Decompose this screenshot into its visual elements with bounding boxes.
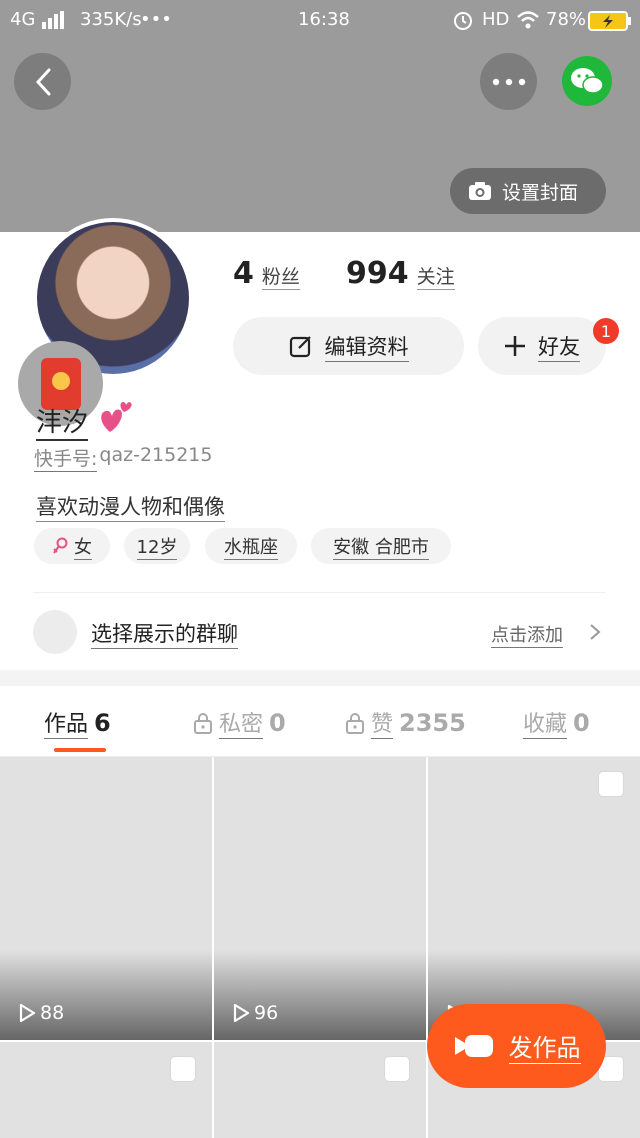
- tab-likes[interactable]: 赞 2355: [345, 706, 466, 739]
- age-tag-label: 12岁: [136, 533, 178, 560]
- select-checkbox[interactable]: [170, 1056, 196, 1082]
- edit-icon: [289, 336, 311, 358]
- nickname: 沣汐: [36, 402, 89, 441]
- following-count: 994: [346, 256, 409, 291]
- user-id-value: qaz-215215: [99, 444, 213, 466]
- play-count: 88: [18, 1002, 64, 1024]
- wechat-share-button[interactable]: [562, 56, 612, 106]
- video-thumbnail[interactable]: 96: [214, 757, 426, 1040]
- section-separator: [0, 670, 640, 686]
- play-count: 96: [232, 1002, 278, 1024]
- active-tab-indicator: [54, 748, 106, 752]
- lock-icon: [194, 712, 212, 734]
- network-speed: 335K/s: [80, 9, 142, 30]
- tab-works[interactable]: 作品 6: [44, 706, 111, 739]
- user-id-row[interactable]: 快手号: qaz-215215: [34, 444, 212, 472]
- female-icon: [53, 537, 68, 554]
- battery-percent: 78%: [546, 9, 587, 30]
- tab-likes-count: 2355: [399, 708, 466, 737]
- signal-icon: [42, 11, 64, 34]
- thumbnail-shade: [214, 950, 426, 1040]
- zodiac-tag-label: 水瓶座: [224, 533, 278, 560]
- friend-request-badge: 1: [593, 318, 619, 344]
- tab-favorites[interactable]: 收藏 0: [523, 706, 590, 739]
- network-indicator: 4G: [10, 9, 36, 30]
- plus-icon: [505, 336, 525, 356]
- tab-private[interactable]: 私密 0: [193, 706, 286, 739]
- location-tag[interactable]: 安徽 合肥市: [311, 528, 451, 564]
- play-icon: [19, 1003, 36, 1023]
- play-icon: [233, 1003, 250, 1023]
- publish-label: 发作品: [508, 1028, 581, 1064]
- gender-tag-label: 女: [74, 533, 92, 560]
- more-options-button[interactable]: [480, 53, 537, 110]
- tab-works-count: 6: [94, 708, 111, 737]
- publish-button[interactable]: 发作品: [427, 1004, 606, 1088]
- group-chat-row[interactable]: 选择展示的群聊 点击添加: [33, 610, 606, 654]
- content-tabs: 作品 6 私密 0 赞 2355 收藏 0: [0, 686, 640, 757]
- age-tag[interactable]: 12岁: [124, 528, 190, 564]
- video-thumbnail[interactable]: [0, 1042, 212, 1138]
- group-chat-label: 选择展示的群聊: [91, 618, 238, 649]
- following-label: 关注: [416, 262, 455, 290]
- play-count-value: 96: [254, 1002, 279, 1024]
- battery-icon: [588, 11, 632, 36]
- video-thumbnail[interactable]: 88: [0, 757, 212, 1040]
- heart-sticker-icon: [98, 396, 138, 440]
- more-icon: [492, 78, 525, 85]
- tab-likes-label: 赞: [371, 706, 394, 739]
- set-cover-button[interactable]: 设置封面: [450, 168, 606, 214]
- play-count-value: 88: [40, 1002, 65, 1024]
- set-cover-label: 设置封面: [502, 181, 579, 204]
- clock: 16:38: [298, 9, 350, 30]
- tab-private-count: 0: [269, 708, 286, 737]
- tab-favorites-count: 0: [573, 708, 590, 737]
- thumbnail-shade: [0, 950, 212, 1040]
- hd-indicator: HD: [482, 9, 510, 30]
- back-button[interactable]: [14, 53, 71, 110]
- edit-profile-label: 编辑资料: [324, 331, 409, 362]
- chevron-right-icon: [590, 624, 601, 640]
- fans-stat[interactable]: 4 粉丝: [233, 256, 300, 291]
- bio-text[interactable]: 喜欢动漫人物和偶像: [36, 491, 225, 522]
- add-friend-button[interactable]: 好友: [478, 317, 606, 375]
- divider: [33, 592, 606, 593]
- zodiac-tag[interactable]: 水瓶座: [205, 528, 297, 564]
- video-thumbnail[interactable]: [428, 757, 640, 1040]
- tab-private-label: 私密: [219, 706, 264, 739]
- wifi-icon: [516, 10, 540, 35]
- add-friend-label: 好友: [538, 331, 580, 362]
- tab-works-label: 作品: [44, 706, 89, 739]
- chevron-left-icon: [35, 68, 50, 95]
- edit-profile-button[interactable]: 编辑资料: [233, 317, 464, 375]
- status-bar: 4G 335K/s ••• 16:38 HD 78%: [0, 0, 640, 40]
- more-status-dots: •••: [140, 9, 172, 30]
- user-id-label: 快手号:: [34, 444, 98, 472]
- location-tag-label: 安徽 合肥市: [333, 533, 429, 560]
- wechat-icon: [571, 68, 604, 94]
- fans-label: 粉丝: [261, 262, 300, 290]
- following-stat[interactable]: 994 关注: [346, 256, 455, 291]
- camera-icon: [469, 182, 491, 200]
- lock-icon: [346, 712, 364, 734]
- select-checkbox[interactable]: [384, 1056, 410, 1082]
- select-checkbox[interactable]: [598, 771, 624, 797]
- group-chat-action: 点击添加: [491, 621, 563, 648]
- video-thumbnail[interactable]: [214, 1042, 426, 1138]
- group-chat-avatar: [33, 610, 77, 654]
- gender-tag[interactable]: 女: [34, 528, 110, 564]
- fans-count: 4: [233, 256, 254, 291]
- video-camera-icon: [454, 1035, 493, 1057]
- tab-favorites-label: 收藏: [523, 706, 568, 739]
- alarm-icon: [452, 9, 474, 36]
